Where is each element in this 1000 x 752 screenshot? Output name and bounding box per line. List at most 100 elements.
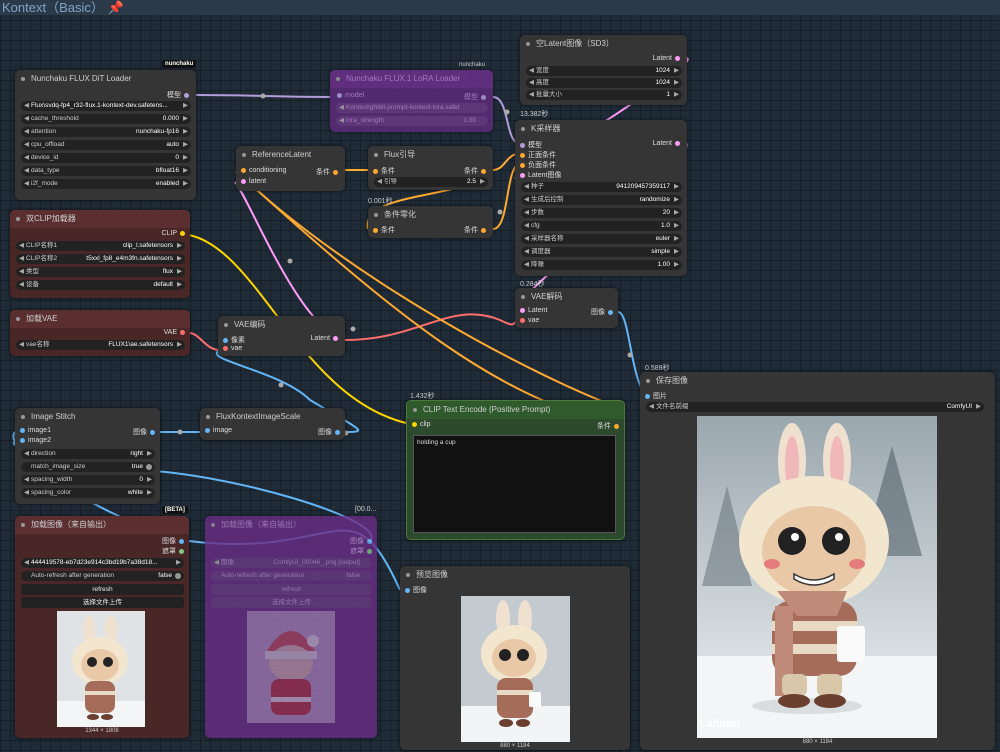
- node-empty-latent[interactable]: 空Latent图像（SD3） Latent ◀ 宽度 1024 ▶ ◀ 高度 1024 ▶ …: [520, 35, 687, 105]
- widget-device[interactable]: ◀ 设备 default ▶: [16, 280, 185, 290]
- input-model[interactable]: 模型: [517, 140, 542, 150]
- output-slot[interactable]: 模型: [464, 92, 489, 102]
- node-title[interactable]: ReferenceLatent: [236, 146, 345, 164]
- output-slot[interactable]: 图像: [133, 427, 158, 437]
- output-slot[interactable]: CLIP: [161, 230, 188, 237]
- node-dit-loader[interactable]: Nunchaku FLUX DiT Loader 模型 ◀ Flux\svdq-f…: [15, 70, 196, 200]
- node-vae-loader[interactable]: 加载VAE VAE ◀ vae名称 FLUX1\ae.safetensors ▶: [10, 310, 190, 356]
- widget-cfg[interactable]: ◀ cfg 1.0 ▶: [521, 221, 682, 231]
- node-title[interactable]: CLIP Text Encode (Positive Prompt): [407, 401, 624, 419]
- node-title[interactable]: 加载图像（来自输出）: [15, 516, 189, 534]
- input-latent[interactable]: Latent: [517, 307, 547, 314]
- widget-guidance[interactable]: ◀ 引导 2.5 ▶: [374, 177, 488, 187]
- node-clip-text-encode[interactable]: CLIP Text Encode (Positive Prompt) clip …: [406, 400, 625, 540]
- input-slot[interactable]: 条件: [370, 225, 395, 235]
- widget-spacing-color[interactable]: ◀ spacing_color white ▶: [21, 488, 155, 498]
- output-slot[interactable]: Latent: [653, 55, 683, 62]
- node-title[interactable]: Nunchaku FLUX DiT Loader: [15, 70, 196, 88]
- output-mask[interactable]: 遮罩: [350, 546, 375, 556]
- input-images[interactable]: 图像: [402, 585, 427, 595]
- widget-filename-prefix[interactable]: ◀ 文件名前缀 ComfyUI ▶: [646, 402, 984, 412]
- node-kontext-image-scale[interactable]: FluxKontextImageScale image 图像: [200, 408, 345, 440]
- widget-auto-refresh[interactable]: Auto-refresh after generation false: [211, 571, 372, 581]
- input-conditioning[interactable]: conditioning: [238, 167, 286, 174]
- input-image2[interactable]: image2: [17, 437, 51, 444]
- node-title[interactable]: VAE解码: [515, 288, 618, 306]
- node-vae-decode[interactable]: VAE解码 Latent vae 图像: [515, 288, 618, 328]
- widget-width[interactable]: ◀ 宽度 1024 ▶: [526, 66, 682, 76]
- widget-steps[interactable]: ◀ 步数 20 ▶: [521, 208, 682, 218]
- widget-vae-name[interactable]: ◀ vae名称 FLUX1\ae.safetensors ▶: [16, 340, 185, 350]
- widget-batch-size[interactable]: ◀ 批量大小 1 ▶: [526, 90, 682, 100]
- widget-data-type[interactable]: ◀ data_type bfloat16 ▶: [21, 166, 191, 176]
- widget-sampler[interactable]: ◀ 采样器名称 euler ▶: [521, 234, 682, 244]
- node-title[interactable]: 双CLIP加载器: [10, 210, 190, 228]
- output-slot[interactable]: 条件: [464, 225, 489, 235]
- output-slot[interactable]: 条件: [316, 167, 341, 177]
- widget-i2f-mode[interactable]: ◀ i2f_mode enabled ▶: [21, 179, 191, 189]
- input-clip[interactable]: clip: [409, 421, 431, 428]
- node-reference-latent[interactable]: ReferenceLatent conditioning latent 条件: [236, 146, 345, 191]
- widget-model-path[interactable]: ◀ Flux\svdq-fp4_r32-flux.1-kontext-dev.sa…: [21, 101, 191, 111]
- node-title[interactable]: 加载图像（来自输出）: [205, 516, 377, 534]
- output-mask[interactable]: 遮罩: [162, 546, 187, 556]
- node-title[interactable]: 预览图像: [400, 566, 630, 584]
- input-latent[interactable]: Latent图像: [517, 170, 561, 180]
- node-vae-encode[interactable]: VAE编码 像素 vae Latent: [218, 316, 345, 356]
- input-positive[interactable]: 正面条件: [517, 150, 556, 160]
- node-title[interactable]: 条件零化: [368, 206, 493, 224]
- output-slot[interactable]: 条件: [464, 166, 489, 176]
- node-load-image-1[interactable]: 加载图像（来自输出） 图像 遮罩 ◀ 444419578-eb7d23e914c3…: [15, 516, 189, 738]
- widget-cpu-offload[interactable]: ◀ cpu_offload auto ▶: [21, 140, 191, 150]
- node-title[interactable]: Flux引导: [368, 146, 493, 164]
- node-title[interactable]: Nunchaku FLUX.1 LoRA Loader: [330, 70, 493, 88]
- node-title[interactable]: 保存图像: [640, 372, 995, 390]
- upload-button[interactable]: 选择文件上传: [21, 597, 184, 608]
- widget-clip2[interactable]: ◀ CLIP名称2 t5xxl_fp8_e4m3fn.safetensors ▶: [16, 254, 185, 264]
- widget-clip1[interactable]: ◀ CLIP名称1 clip_l.safetensors ▶: [16, 241, 185, 251]
- node-image-stitch[interactable]: Image Stitch image1 image2 图像 ◀ direction…: [15, 408, 160, 504]
- widget-auto-refresh[interactable]: Auto-refresh after generation false: [21, 571, 184, 581]
- node-title[interactable]: 空Latent图像（SD3）: [520, 35, 687, 53]
- output-slot[interactable]: Latent: [653, 140, 683, 147]
- widget-type[interactable]: ◀ 类型 flux ▶: [16, 267, 185, 277]
- node-title[interactable]: VAE编码: [218, 316, 345, 334]
- widget-match-size[interactable]: match_image_size true: [21, 462, 155, 472]
- node-title[interactable]: Image Stitch: [15, 408, 160, 426]
- widget-denoise[interactable]: ◀ 降噪 1.00 ▶: [521, 260, 682, 270]
- output-slot[interactable]: 模型: [167, 90, 192, 100]
- input-negative[interactable]: 负面条件: [517, 160, 556, 170]
- output-slot[interactable]: VAE: [164, 329, 189, 336]
- input-slot[interactable]: 条件: [370, 166, 395, 176]
- input-vae[interactable]: vae: [517, 317, 539, 324]
- node-title[interactable]: FluxKontextImageScale: [200, 408, 345, 426]
- node-ksampler[interactable]: K采样器 Latent 模型 正面条件 负面条件 Latent图像 ◀ 种子 941…: [515, 120, 687, 276]
- widget-control-after[interactable]: ◀ 生成后控制 randomize ▶: [521, 195, 682, 205]
- refresh-button[interactable]: refresh: [211, 584, 372, 595]
- output-slot[interactable]: 图像: [318, 427, 343, 437]
- node-title[interactable]: K采样器: [515, 120, 687, 138]
- widget-direction[interactable]: ◀ direction right ▶: [21, 449, 155, 459]
- widget-spacing-width[interactable]: ◀ spacing_width 0 ▶: [21, 475, 155, 485]
- input-images[interactable]: 图片: [642, 391, 667, 401]
- node-load-image-2[interactable]: 加载图像（来自输出） 图像 遮罩 ◀ 图像 ComfyUI_00046_.png […: [205, 516, 377, 738]
- node-preview-image[interactable]: 预览图像 图像 880 × 1184: [400, 566, 630, 750]
- output-image[interactable]: 图像: [162, 536, 187, 546]
- widget-image-file[interactable]: ◀ 444419578-eb7d23e914c3bd19b7a38d18... ▶: [21, 558, 184, 568]
- output-slot[interactable]: 图像: [591, 307, 616, 317]
- prompt-textarea[interactable]: holding a cup: [413, 435, 616, 533]
- output-slot[interactable]: 条件: [597, 421, 622, 431]
- output-slot[interactable]: Latent: [311, 335, 341, 342]
- output-image[interactable]: 图像: [350, 536, 375, 546]
- input-image1[interactable]: image1: [17, 427, 51, 434]
- widget-image-file[interactable]: ◀ 图像 ComfyUI_00046_.png [output]: [211, 558, 372, 568]
- widget-lora-name[interactable]: ◀ Kontext\ghibli-prompt-kontext-lora.safe…: [336, 103, 488, 113]
- widget-scheduler[interactable]: ◀ 调度器 simple ▶: [521, 247, 682, 257]
- upload-button[interactable]: 选择文件上传: [211, 597, 372, 608]
- input-vae[interactable]: vae: [220, 345, 242, 352]
- node-conditioning-zero[interactable]: 条件零化 条件 条件: [368, 206, 493, 238]
- node-dual-clip-loader[interactable]: 双CLIP加载器 CLIP ◀ CLIP名称1 clip_l.safetensors…: [10, 210, 190, 298]
- input-slot[interactable]: model: [334, 92, 364, 99]
- refresh-button[interactable]: refresh: [21, 584, 184, 595]
- widget-seed[interactable]: ◀ 种子 941209457359117 ▶: [521, 182, 682, 192]
